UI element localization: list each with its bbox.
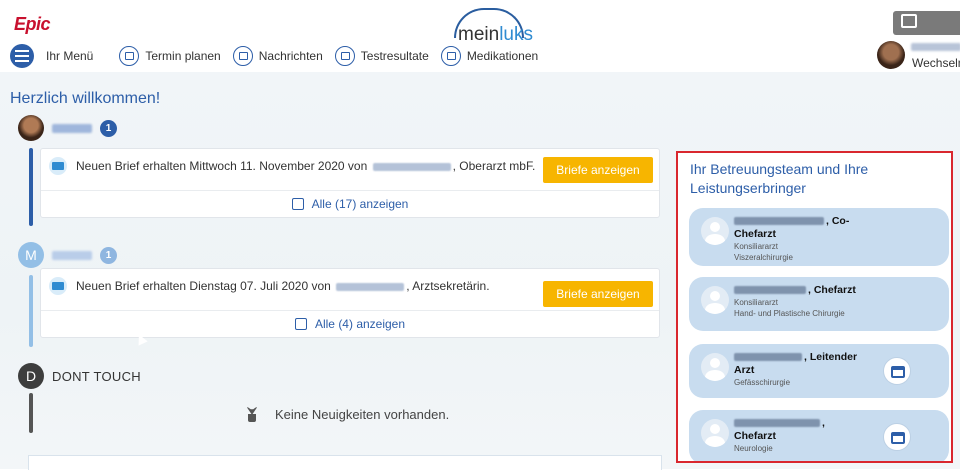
- schedule-appointment-calendar-icon[interactable]: [883, 357, 911, 385]
- letter-message: Neuen Brief erhalten Dienstag 07. Juli 2…: [76, 279, 490, 293]
- letter-card: Neuen Brief erhalten Mittwoch 11. Novemb…: [40, 148, 660, 218]
- avatar: [701, 217, 729, 245]
- nav-label: Testresultate: [360, 49, 429, 63]
- child-name-redacted: [52, 250, 92, 260]
- nav-termin-planen[interactable]: Termin planen: [119, 46, 221, 66]
- child-row[interactable]: M 1: [18, 242, 117, 268]
- care-team-panel: Ihr Betreuungsteam und Ihre Leistungserb…: [676, 151, 953, 463]
- avatar: [18, 115, 44, 141]
- show-letters-button[interactable]: Briefe anzeigen: [543, 157, 653, 183]
- nav-nachrichten[interactable]: Nachrichten: [232, 46, 323, 66]
- doctor-department: Neurologie: [734, 444, 773, 453]
- letter-card: Neuen Brief erhalten Dienstag 07. Juli 2…: [40, 268, 660, 338]
- avatar: [701, 353, 729, 381]
- dont-touch-row[interactable]: D DONT TOUCH: [18, 363, 141, 389]
- doctor-name-redacted: [734, 286, 806, 295]
- avatar: D: [18, 363, 44, 389]
- doctor-name-redacted: [734, 419, 820, 428]
- epic-logo: Epic: [14, 14, 51, 34]
- main-nav: Ihr Menü Termin planen Nachrichten Testr…: [0, 40, 960, 72]
- patient-name-redacted: [52, 123, 92, 133]
- calendar-icon: [119, 46, 140, 66]
- document-icon: [291, 198, 304, 210]
- nav-menu[interactable]: Ihr Menü: [46, 49, 93, 63]
- show-all-link[interactable]: Alle (17) anzeigen: [41, 190, 659, 217]
- hamburger-menu-icon[interactable]: [10, 44, 34, 68]
- doctor-department: Viszeralchirurgie: [734, 253, 793, 262]
- logout-button[interactable]: Abmelden: [893, 11, 960, 54]
- pills-icon: [440, 46, 461, 66]
- user-avatar[interactable]: [877, 41, 905, 69]
- doctor-role: Konsiliararzt: [734, 242, 779, 251]
- nav-menu-label: Ihr Menü: [46, 49, 94, 63]
- care-team-member[interactable]: , Leitender Arzt Gefässchirurgie: [689, 344, 949, 398]
- bottom-card: [28, 455, 662, 470]
- avatar: [701, 286, 729, 314]
- envelope-icon: [49, 157, 67, 175]
- show-all-link[interactable]: Alle (4) anzeigen: [41, 310, 659, 337]
- notification-badge: 1: [100, 246, 117, 264]
- flask-icon: [334, 46, 355, 66]
- switch-user-link[interactable]: Wechseln: [912, 56, 960, 70]
- doctor-title: Chefarzt: [734, 430, 777, 442]
- doctor-department: Gefässchirurgie: [734, 378, 791, 387]
- plant-icon: [245, 406, 259, 422]
- patient-row[interactable]: 1: [18, 115, 117, 141]
- nav-testresultate[interactable]: Testresultate: [334, 46, 429, 66]
- doctor-title: Chefarzt: [734, 228, 777, 240]
- care-team-member[interactable]: , Chefarzt Konsiliararzt Hand- und Plast…: [689, 277, 949, 331]
- doctor-title: Arzt: [734, 364, 755, 376]
- timeline-line: [29, 148, 33, 226]
- page-title: Herzlich willkommen!: [10, 90, 161, 107]
- doctor-name-redacted: [734, 353, 802, 362]
- care-team-title: Ihr Betreuungsteam und Ihre Leistungserb…: [690, 161, 869, 196]
- nav-medikationen[interactable]: Medikationen: [440, 46, 539, 66]
- avatar: M: [18, 242, 44, 268]
- nav-label: Termin planen: [145, 49, 221, 63]
- nav-label: Medikationen: [466, 49, 539, 63]
- envelope-icon: [49, 277, 67, 295]
- doctor-name-redacted: [734, 217, 824, 226]
- no-news-message: Keine Neuigkeiten vorhanden.: [245, 406, 449, 422]
- document-icon: [294, 318, 307, 330]
- person-name: DONT TOUCH: [52, 368, 141, 384]
- logout-icon: [901, 14, 917, 28]
- user-name-redacted: [911, 43, 960, 51]
- doctor-role: Konsiliararzt: [734, 298, 779, 307]
- schedule-appointment-calendar-icon[interactable]: [883, 423, 911, 451]
- notification-badge: 1: [100, 119, 117, 137]
- timeline-line: [29, 275, 33, 347]
- timeline-line: [29, 393, 33, 433]
- avatar: [701, 419, 729, 447]
- sender-redacted: [336, 282, 405, 291]
- care-team-member[interactable]: , Chefarzt Neurologie: [689, 410, 949, 461]
- sender-redacted: [372, 162, 451, 171]
- show-letters-button[interactable]: Briefe anzeigen: [543, 281, 653, 307]
- care-team-member[interactable]: , Co- Chefarzt Konsiliararzt Viszeralchi…: [689, 208, 949, 266]
- top-bar: Epic meinluks Abmelden Ihr Menü Termin p…: [0, 0, 960, 72]
- doctor-department: Hand- und Plastische Chirurgie: [734, 309, 845, 318]
- envelope-icon: [232, 46, 253, 66]
- nav-label: Nachrichten: [258, 49, 323, 63]
- letter-message: Neuen Brief erhalten Mittwoch 11. Novemb…: [76, 159, 536, 173]
